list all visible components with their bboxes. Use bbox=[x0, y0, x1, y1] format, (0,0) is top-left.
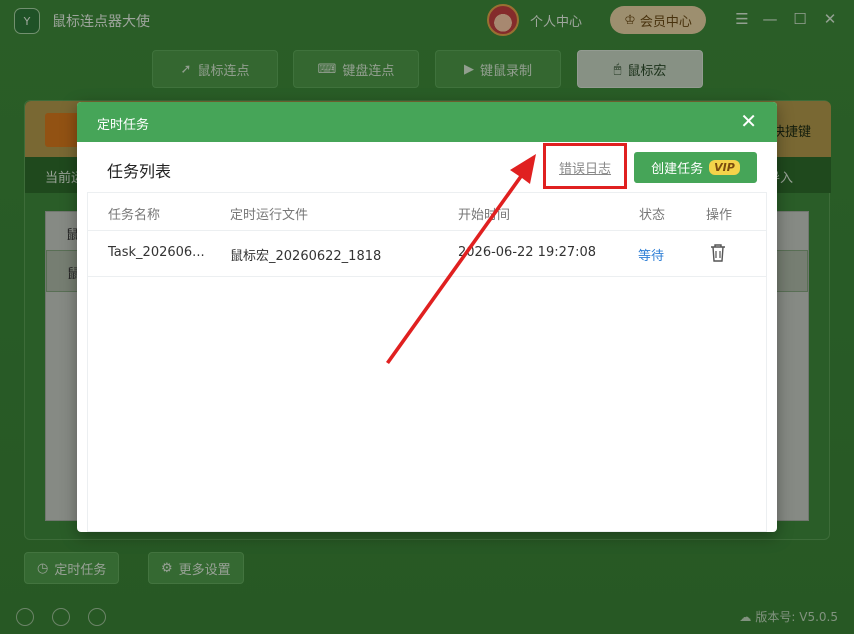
col-task-name: 任务名称 bbox=[108, 208, 161, 223]
col-status: 状态 bbox=[639, 208, 666, 223]
task-name-cell: Task_202606... bbox=[108, 245, 205, 260]
dialog-title: 定时任务 bbox=[97, 118, 150, 133]
task-table: 任务名称 定时运行文件 开始时间 状态 操作 Task_202606... 鼠标… bbox=[87, 192, 767, 532]
col-action: 操作 bbox=[706, 208, 733, 223]
create-task-button[interactable]: 创建任务 VIP bbox=[634, 152, 757, 183]
task-list-title: 任务列表 bbox=[107, 162, 172, 181]
scheduled-task-dialog: 定时任务 ✕ 任务列表 错误日志 创建任务 VIP 任务名称 定时运行文件 开始… bbox=[77, 102, 777, 532]
run-file-cell: 鼠标宏_20260622_1818 bbox=[230, 249, 382, 264]
table-row[interactable]: Task_202606... 鼠标宏_20260622_1818 2026-06… bbox=[88, 231, 766, 277]
dialog-close-icon[interactable]: ✕ bbox=[740, 110, 757, 132]
col-start-time: 开始时间 bbox=[458, 208, 511, 223]
col-run-file: 定时运行文件 bbox=[230, 208, 309, 223]
start-time-cell: 2026-06-22 19:27:08 bbox=[458, 245, 597, 260]
dialog-header: 定时任务 ✕ bbox=[77, 102, 777, 142]
table-header: 任务名称 定时运行文件 开始时间 状态 操作 bbox=[88, 193, 766, 231]
vip-badge: VIP bbox=[709, 160, 740, 175]
annotation-highlight-box bbox=[543, 143, 627, 189]
status-cell: 等待 bbox=[638, 249, 665, 264]
trash-icon[interactable] bbox=[709, 243, 727, 263]
create-task-label: 创建任务 bbox=[651, 162, 704, 177]
